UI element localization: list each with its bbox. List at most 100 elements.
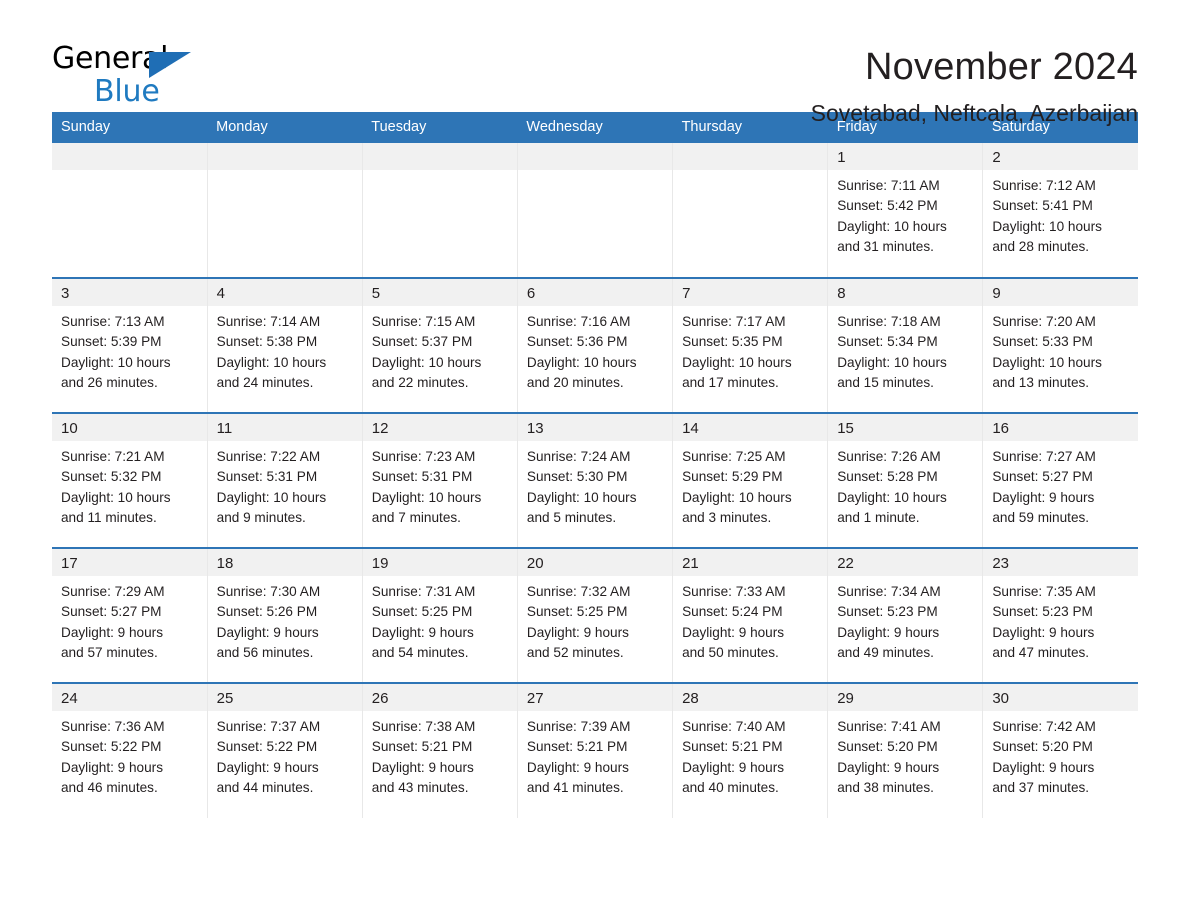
daylight-duration-line2: and 31 minutes. — [837, 239, 934, 255]
calendar-day-cell[interactable]: 30 Sunrise: 7:42 AM Sunset: 5:20 PM Dayligh… — [982, 682, 1138, 818]
day-cell-details: Sunrise: 7:24 AM Sunset: 5:30 PM Daylight:… — [518, 441, 672, 547]
daylight-duration-line1: Daylight: 9 hours — [61, 759, 164, 775]
sunset-time: Sunset: 5:39 PM — [61, 334, 162, 350]
calendar-day-cell[interactable]: 17 Sunrise: 7:29 AM Sunset: 5:27 PM Dayligh… — [52, 547, 208, 683]
day-number — [207, 143, 362, 170]
day-cell-details: Sunrise: 7:18 AM Sunset: 5:34 PM Daylight:… — [828, 306, 982, 412]
daylight-duration-line2: and 28 minutes. — [992, 239, 1090, 255]
daylight-duration-line1: Daylight: 10 hours — [992, 218, 1102, 234]
day-cell-details — [52, 170, 207, 277]
calendar-day-cell[interactable]: 12 Sunrise: 7:23 AM Sunset: 5:31 PM Dayligh… — [361, 412, 518, 548]
calendar-day-cell[interactable]: 9 Sunrise: 7:20 AM Sunset: 5:33 PM Daylight… — [982, 277, 1138, 413]
day-cell-details: Sunrise: 7:33 AM Sunset: 5:24 PM Daylight:… — [673, 576, 827, 682]
daylight-duration-line1: Daylight: 9 hours — [216, 624, 319, 640]
sunset-time: Sunset: 5:21 PM — [682, 739, 783, 755]
sunrise-time: Sunrise: 7:12 AM — [992, 178, 1096, 193]
day-cell-inner: 13 Sunrise: 7:24 AM Sunset: 5:30 PM Dayligh… — [517, 414, 673, 547]
day-number: 18 — [207, 549, 362, 576]
sunrise-time: Sunrise: 7:33 AM — [682, 584, 786, 599]
day-cell-details: Sunrise: 7:41 AM Sunset: 5:20 PM Daylight:… — [828, 711, 982, 818]
day-number: 2 — [983, 143, 1138, 170]
daylight-duration-line2: and 20 minutes. — [526, 375, 624, 391]
sunset-time: Sunset: 5:23 PM — [837, 604, 938, 620]
calendar-day-cell[interactable]: 4 Sunrise: 7:14 AM Sunset: 5:38 PM Daylight… — [206, 277, 363, 413]
calendar-day-cell[interactable]: 2 Sunrise: 7:12 AM Sunset: 5:41 PM Daylight… — [982, 143, 1138, 278]
calendar-day-cell[interactable]: 24 Sunrise: 7:36 AM Sunset: 5:22 PM Dayligh… — [52, 682, 208, 818]
calendar-day-cell[interactable]: 13 Sunrise: 7:24 AM Sunset: 5:30 PM Dayligh… — [516, 412, 673, 548]
day-number: 3 — [52, 279, 207, 306]
day-number: 9 — [983, 279, 1138, 306]
calendar-day-cell[interactable]: 18 Sunrise: 7:30 AM Sunset: 5:26 PM Dayligh… — [206, 547, 363, 683]
calendar-day-cell[interactable]: 6 Sunrise: 7:16 AM Sunset: 5:36 PM Daylight… — [516, 277, 673, 413]
general-blue-logo[interactable]: General Blue — [52, 44, 202, 110]
sunset-time: Sunset: 5:35 PM — [682, 334, 783, 350]
calendar-day-cell[interactable]: 3 Sunrise: 7:13 AM Sunset: 5:39 PM Daylight… — [52, 277, 208, 413]
weekday-header-tuesday: Tuesday — [362, 112, 518, 143]
calendar-week-row: 10 Sunrise: 7:21 AM Sunset: 5:32 PM Dayligh… — [52, 412, 1138, 548]
day-cell-details: Sunrise: 7:12 AM Sunset: 5:41 PM Daylight:… — [983, 170, 1138, 277]
sunset-time: Sunset: 5:22 PM — [61, 739, 162, 755]
sunrise-time: Sunrise: 7:39 AM — [526, 719, 631, 734]
sunrise-time: Sunrise: 7:24 AM — [526, 449, 631, 464]
day-number: 13 — [517, 414, 673, 441]
sunrise-time: Sunrise: 7:14 AM — [216, 314, 321, 329]
daylight-duration-line2: and 26 minutes. — [61, 375, 158, 391]
sunset-time: Sunset: 5:42 PM — [837, 198, 938, 214]
daylight-duration-line2: and 9 minutes. — [216, 510, 306, 526]
calendar-day-cell[interactable]: 28 Sunrise: 7:40 AM Sunset: 5:21 PM Dayligh… — [672, 682, 828, 818]
daylight-duration-line2: and 44 minutes. — [216, 780, 314, 796]
daylight-duration-line1: Daylight: 10 hours — [682, 489, 792, 505]
calendar-day-cell[interactable]: 23 Sunrise: 7:35 AM Sunset: 5:23 PM Dayligh… — [982, 547, 1138, 683]
daylight-duration-line2: and 24 minutes. — [216, 375, 314, 391]
day-cell-details: Sunrise: 7:40 AM Sunset: 5:21 PM Daylight:… — [673, 711, 827, 818]
daylight-duration-line1: Daylight: 10 hours — [371, 489, 482, 505]
calendar-day-cell[interactable]: 21 Sunrise: 7:33 AM Sunset: 5:24 PM Dayligh… — [672, 547, 828, 683]
sunrise-time: Sunrise: 7:23 AM — [371, 449, 476, 464]
daylight-duration-line1: Daylight: 10 hours — [61, 354, 171, 370]
calendar-day-cell[interactable]: 27 Sunrise: 7:39 AM Sunset: 5:21 PM Dayligh… — [516, 682, 673, 818]
calendar-day-cell[interactable]: 5 Sunrise: 7:15 AM Sunset: 5:37 PM Daylight… — [361, 277, 518, 413]
daylight-duration-line1: Daylight: 9 hours — [837, 759, 940, 775]
sunrise-time: Sunrise: 7:30 AM — [216, 584, 321, 599]
calendar-day-cell[interactable]: 14 Sunrise: 7:25 AM Sunset: 5:29 PM Dayligh… — [672, 412, 828, 548]
day-cell-inner: 15 Sunrise: 7:26 AM Sunset: 5:28 PM Dayligh… — [828, 414, 983, 547]
calendar-day-cell[interactable]: 25 Sunrise: 7:37 AM Sunset: 5:22 PM Dayligh… — [206, 682, 363, 818]
logo-text-blue: Blue — [94, 74, 160, 109]
day-cell-details: Sunrise: 7:42 AM Sunset: 5:20 PM Daylight:… — [983, 711, 1138, 818]
day-number: 16 — [983, 414, 1138, 441]
day-cell-inner — [362, 143, 517, 277]
calendar-day-cell[interactable]: 8 Sunrise: 7:18 AM Sunset: 5:34 PM Daylight… — [827, 277, 983, 413]
calendar-page: General Blue November 2024 Sovetabad, Ne… — [0, 0, 1188, 918]
sunrise-time: Sunrise: 7:16 AM — [526, 314, 631, 329]
calendar-cell-empty — [516, 143, 673, 278]
sunrise-time: Sunrise: 7:25 AM — [682, 449, 786, 464]
sunrise-time: Sunrise: 7:18 AM — [837, 314, 941, 329]
day-cell-inner: 21 Sunrise: 7:33 AM Sunset: 5:24 PM Dayligh… — [673, 549, 828, 682]
calendar-day-cell[interactable]: 1 Sunrise: 7:11 AM Sunset: 5:42 PM Daylight… — [827, 143, 983, 278]
sunset-time: Sunset: 5:31 PM — [371, 469, 473, 485]
calendar-day-cell[interactable]: 7 Sunrise: 7:17 AM Sunset: 5:35 PM Daylight… — [672, 277, 828, 413]
calendar-day-cell[interactable]: 26 Sunrise: 7:38 AM Sunset: 5:21 PM Dayligh… — [361, 682, 518, 818]
calendar-day-cell[interactable]: 29 Sunrise: 7:41 AM Sunset: 5:20 PM Dayligh… — [827, 682, 983, 818]
calendar-day-cell[interactable]: 22 Sunrise: 7:34 AM Sunset: 5:23 PM Dayligh… — [827, 547, 983, 683]
sunrise-time: Sunrise: 7:11 AM — [837, 178, 940, 193]
day-cell-details: Sunrise: 7:13 AM Sunset: 5:39 PM Daylight:… — [52, 306, 207, 412]
calendar-cell-empty — [52, 143, 208, 278]
calendar-day-cell[interactable]: 11 Sunrise: 7:22 AM Sunset: 5:31 PM Dayligh… — [206, 412, 363, 548]
calendar-day-cell[interactable]: 15 Sunrise: 7:26 AM Sunset: 5:28 PM Dayligh… — [827, 412, 983, 548]
daylight-duration-line1: Daylight: 9 hours — [682, 759, 785, 775]
sunset-time: Sunset: 5:33 PM — [992, 334, 1093, 350]
sunset-time: Sunset: 5:28 PM — [837, 469, 938, 485]
calendar-week-row: 1 Sunrise: 7:11 AM Sunset: 5:42 PM Daylight… — [52, 143, 1138, 278]
sunrise-time: Sunrise: 7:31 AM — [371, 584, 476, 599]
day-cell-details: Sunrise: 7:35 AM Sunset: 5:23 PM Daylight:… — [983, 576, 1138, 682]
daylight-duration-line2: and 38 minutes. — [837, 780, 934, 796]
calendar-day-cell[interactable]: 19 Sunrise: 7:31 AM Sunset: 5:25 PM Dayligh… — [361, 547, 518, 683]
calendar-day-cell[interactable]: 20 Sunrise: 7:32 AM Sunset: 5:25 PM Dayligh… — [516, 547, 673, 683]
daylight-duration-line1: Daylight: 10 hours — [61, 489, 171, 505]
calendar-day-cell[interactable]: 10 Sunrise: 7:21 AM Sunset: 5:32 PM Dayligh… — [52, 412, 208, 548]
calendar-day-cell[interactable]: 16 Sunrise: 7:27 AM Sunset: 5:27 PM Dayligh… — [982, 412, 1138, 548]
daylight-duration-line1: Daylight: 9 hours — [992, 759, 1095, 775]
day-cell-inner: 4 Sunrise: 7:14 AM Sunset: 5:38 PM Daylight… — [207, 279, 362, 412]
daylight-duration-line1: Daylight: 10 hours — [216, 354, 327, 370]
